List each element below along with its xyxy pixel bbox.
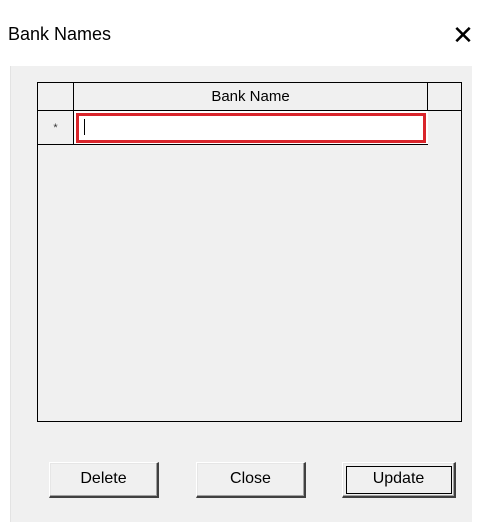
title-bar[interactable]: Bank Names ✕ [0,0,484,66]
window-edge [472,66,484,524]
grid-header-row: Bank Name [38,83,461,111]
column-header-bank-name[interactable]: Bank Name [74,83,428,111]
bank-name-cell[interactable] [74,111,428,145]
bank-names-grid[interactable]: Bank Name * [37,82,462,422]
bank-name-input[interactable] [76,113,426,143]
close-window-icon[interactable]: ✕ [448,18,478,52]
window-title: Bank Names [8,24,112,44]
row-header-new-row-marker[interactable]: * [38,111,74,145]
grid-corner-cell[interactable] [38,83,74,111]
bank-names-dialog: Bank Names ✕ Bank Name * Delete Close Up… [0,0,484,524]
delete-button[interactable]: Delete [49,462,159,498]
grid-header-filler [428,83,461,111]
text-caret [84,119,85,135]
table-row[interactable]: * [38,111,461,145]
close-button[interactable]: Close [196,462,306,498]
update-button[interactable]: Update [342,462,456,498]
